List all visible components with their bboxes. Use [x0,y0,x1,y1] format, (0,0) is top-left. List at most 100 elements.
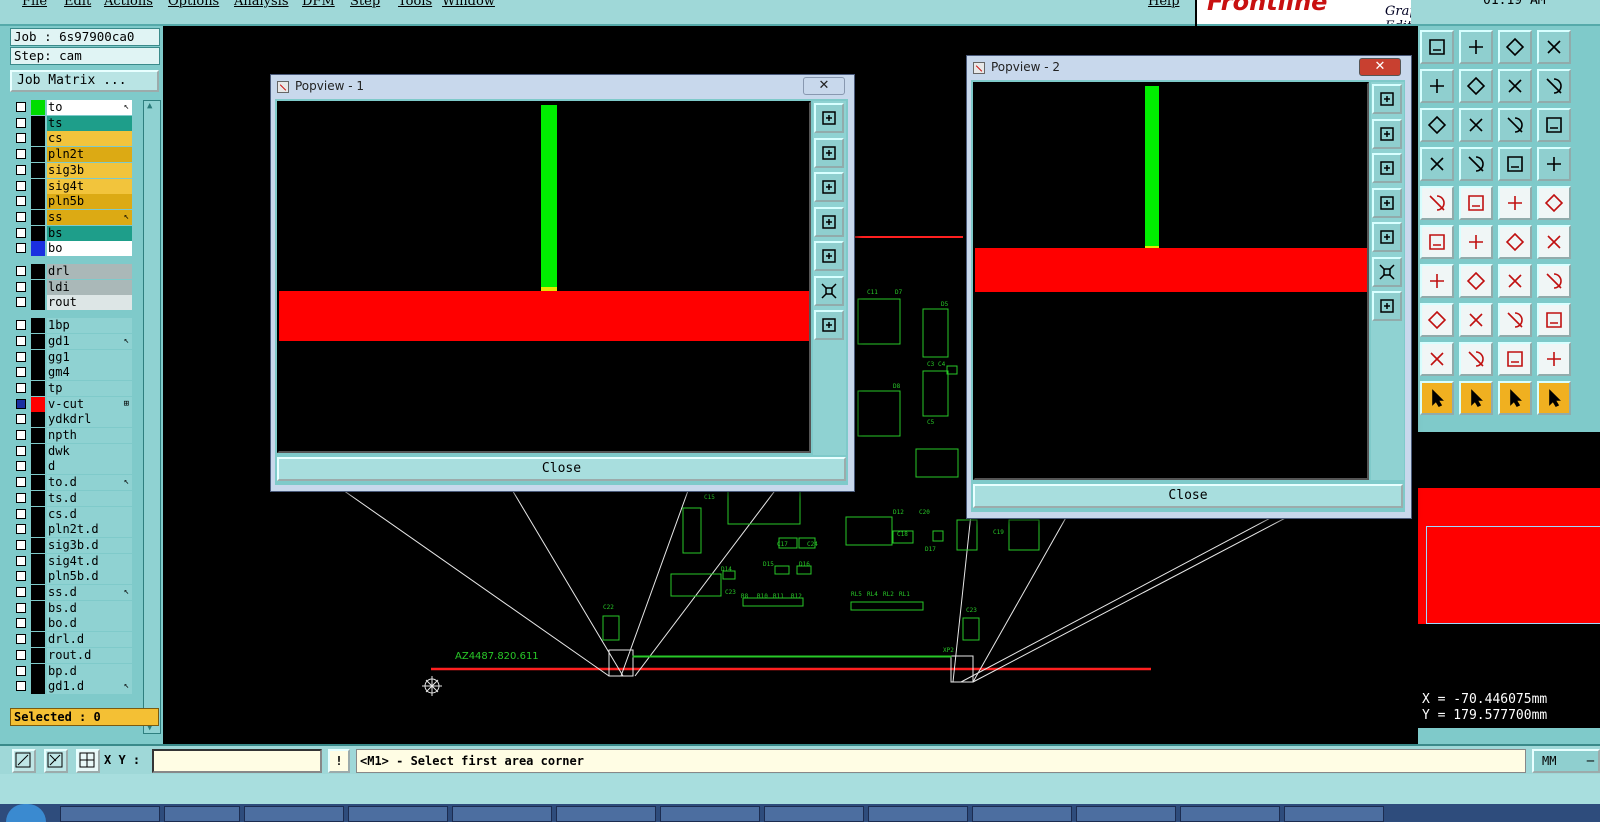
node-add-button[interactable] [1498,225,1532,259]
layer-name[interactable]: rout [47,295,132,311]
layer-color-swatch[interactable] [31,295,45,311]
open-job-button[interactable] [1420,30,1454,64]
layer-name[interactable]: gg1 [47,349,132,365]
layer-name[interactable]: gd1 ↖ [47,333,132,349]
layer-color-swatch[interactable] [31,412,45,428]
layer-row-ts.d[interactable]: ts.d [10,490,132,506]
layer-checkbox[interactable] [16,320,26,331]
layer-checkbox[interactable] [16,281,26,292]
layer-name[interactable]: pln2t [47,147,132,163]
layer-checkbox[interactable] [16,524,26,535]
layer-name[interactable]: dwk [47,443,132,459]
layer-color-swatch[interactable] [31,241,45,257]
layer-color-swatch[interactable] [31,147,45,163]
arc-tool-button[interactable] [1498,264,1532,298]
layer-name[interactable]: ss.d ↖ [47,585,132,600]
layer-color-swatch[interactable] [31,264,45,279]
node-add-2-button[interactable] [1537,225,1571,259]
taskbar-item[interactable] [868,806,968,822]
layer-color-swatch[interactable] [31,162,45,178]
taskbar-item[interactable] [972,806,1072,822]
layer-checkbox[interactable] [16,445,26,456]
layer-color-swatch[interactable] [31,380,45,396]
popview-window-2[interactable]: Popview - 2 ✕ Close [966,55,1412,519]
layer-checkbox[interactable] [16,398,26,409]
layer-row-1bp[interactable]: 1bp [10,318,132,334]
layer-color-swatch[interactable] [31,443,45,459]
layer-checkbox[interactable] [16,602,26,613]
layer-name[interactable]: to.d ↖ [47,475,132,491]
layer-row-gd1[interactable]: gd1 ↖ [10,333,132,349]
layer-row-pln5b.d[interactable]: pln5b.d [10,569,132,585]
taskbar-item[interactable] [348,806,448,822]
layer-checkbox[interactable] [16,492,26,503]
layer-name[interactable]: bo.d [47,616,132,632]
cross-select-button[interactable] [1459,225,1493,259]
layer-checkbox[interactable] [16,335,26,346]
layer-checkbox[interactable] [16,461,26,472]
popview-zoom-out-button[interactable] [1372,153,1402,183]
menu-edit[interactable]: Edit [64,0,91,9]
add-pad-button[interactable] [1420,303,1454,337]
layer-color-swatch[interactable] [31,333,45,349]
layer-checkbox[interactable] [16,665,26,676]
line-cross-button[interactable] [1459,186,1493,220]
taskbar-item[interactable] [452,806,552,822]
command-warning-button[interactable]: ! [328,749,350,773]
layer-row-npth[interactable]: npth [10,428,132,443]
layer-checkbox[interactable] [16,587,26,597]
layer-name[interactable]: to ↖ [47,100,132,115]
taskbar-item[interactable] [556,806,656,822]
layer-name[interactable]: cs [47,131,132,147]
taskbar-item[interactable] [764,806,864,822]
layer-name[interactable]: 1bp [47,318,132,334]
layer-checkbox[interactable] [16,555,26,566]
popview-center-button[interactable] [814,310,844,340]
layer-row-bo.d[interactable]: bo.d [10,616,132,632]
layer-color-swatch[interactable] [31,522,45,538]
snap-off-button[interactable] [76,749,100,773]
layer-checkbox[interactable] [16,382,26,393]
layer-row-sig4t[interactable]: sig4t [10,178,132,194]
layer-color-swatch[interactable] [31,349,45,365]
layer-color-swatch[interactable] [31,100,45,115]
zoom-extents-button[interactable] [1459,108,1493,142]
layer-in-button[interactable] [1420,69,1454,103]
circle-button[interactable] [1537,186,1571,220]
popview-1-close-x-button[interactable]: ✕ [803,77,845,95]
layer-color-swatch[interactable] [31,632,45,648]
units-selector[interactable]: MM ─ [1532,749,1600,773]
menu-window[interactable]: Window [442,0,495,9]
layer-color-swatch[interactable] [31,600,45,616]
layer-color-swatch[interactable] [31,663,45,679]
layer-color-swatch[interactable] [31,225,45,241]
layer-row-ydkdrl[interactable]: ydkdrl [10,412,132,428]
layer-name[interactable]: sig3b.d [47,537,132,553]
layer-color-swatch[interactable] [31,647,45,663]
pad-tool-button[interactable] [1459,147,1493,181]
layer-row-drl[interactable]: drl [10,264,132,279]
layer-color-swatch[interactable] [31,209,45,225]
net-tool-2-button[interactable] [1537,147,1571,181]
layer-checkbox[interactable] [16,211,26,222]
save-job-button[interactable] [1459,30,1493,64]
menu-help[interactable]: Help [1148,0,1180,9]
taskbar-item[interactable] [1180,806,1280,822]
scale-1-2-button[interactable] [1498,108,1532,142]
popview-pan-left-button[interactable] [814,206,844,237]
popview-pan-right-button[interactable] [1372,222,1402,252]
layer-row-ts[interactable]: ts [10,115,132,131]
menu-file[interactable]: File [22,0,47,9]
layer-checkbox[interactable] [16,508,26,519]
route-tool-button[interactable] [1537,381,1571,415]
layer-checkbox[interactable] [16,133,26,144]
popview-pan-right-button[interactable] [814,241,844,271]
layer-color-swatch[interactable] [31,616,45,632]
taskbar-item[interactable] [60,806,160,822]
layer-name[interactable]: bs [47,225,132,241]
layer-row-dwk[interactable]: dwk [10,443,132,459]
layer-row-sig4t.d[interactable]: sig4t.d [10,553,132,569]
taskbar-item[interactable] [164,806,240,822]
box-select-2-button[interactable] [1537,303,1571,337]
taskbar-item[interactable] [660,806,760,822]
